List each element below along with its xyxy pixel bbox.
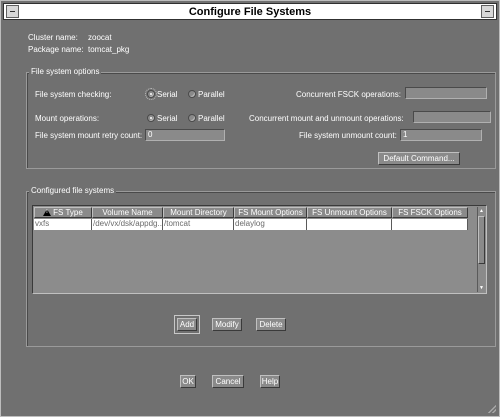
cancel-button[interactable]: Cancel	[212, 375, 244, 388]
concurrent-fsck-label: Concurrent FSCK operations:	[296, 90, 401, 99]
package-name-value: tomcat_pkg	[88, 45, 130, 54]
file-systems-table[interactable]: FS Type Volume Name Mount Directory FS M…	[32, 205, 487, 294]
checking-parallel-radio[interactable]	[188, 90, 196, 98]
table-header: FS Type Volume Name Mount Directory FS M…	[34, 207, 468, 218]
ok-button[interactable]: OK	[180, 375, 196, 388]
cluster-name-label: Cluster name:	[28, 33, 78, 42]
unmount-count-input[interactable]: 1	[400, 129, 482, 141]
mount-retry-label: File system mount retry count:	[35, 131, 143, 140]
table-row[interactable]: vxfs /dev/vx/dsk/appdg... /tomcat delayl…	[34, 219, 468, 230]
unmount-count-label: File system unmount count:	[299, 131, 397, 140]
mount-operations-label: Mount operations:	[35, 114, 100, 123]
table-vertical-scrollbar[interactable]: ▲ ▼	[477, 207, 485, 292]
column-header-fs-type[interactable]: FS Type	[34, 207, 92, 218]
concurrent-fsck-input[interactable]	[405, 87, 487, 99]
help-button[interactable]: Help	[260, 375, 280, 388]
checking-serial-label[interactable]: Serial	[157, 90, 177, 99]
package-name-label: Package name:	[28, 45, 84, 54]
column-header-fs-mount-options[interactable]: FS Mount Options	[234, 207, 307, 218]
window-title: Configure File Systems	[188, 6, 312, 18]
cell-fs-unmount-options	[307, 219, 392, 230]
concurrent-mount-label: Concurrent mount and unmount operations:	[249, 114, 404, 123]
add-button[interactable]: Add	[174, 315, 200, 334]
mount-serial-label[interactable]: Serial	[157, 114, 177, 123]
cell-mount-directory: /tomcat	[163, 219, 234, 230]
configured-file-systems-title: Configured file systems	[29, 186, 117, 195]
title-bar[interactable]: Configure File Systems	[3, 3, 497, 20]
column-header-mount-directory[interactable]: Mount Directory	[163, 207, 234, 218]
scroll-down-arrow-icon[interactable]: ▼	[478, 285, 485, 291]
checking-serial-radio[interactable]	[145, 88, 157, 100]
cluster-name-value: zoocat	[88, 33, 112, 42]
cell-fs-mount-options: delaylog	[234, 219, 307, 230]
cell-fs-type: vxfs	[34, 219, 92, 230]
minimize-button[interactable]	[481, 5, 494, 18]
delete-button[interactable]: Delete	[256, 318, 286, 331]
concurrent-mount-input[interactable]	[413, 111, 491, 123]
column-header-fs-fsck-options[interactable]: FS FSCK Options	[392, 207, 468, 218]
mount-retry-input[interactable]: 0	[145, 129, 225, 141]
column-header-volume-name[interactable]: Volume Name	[92, 207, 163, 218]
configure-file-systems-dialog: Configure File Systems Cluster name: zoo…	[0, 0, 500, 417]
fs-checking-label: File system checking:	[35, 90, 112, 99]
scrollbar-thumb[interactable]	[478, 216, 485, 264]
resize-grip-icon[interactable]	[488, 405, 496, 413]
cell-volume-name: /dev/vx/dsk/appdg...	[93, 219, 163, 230]
mount-serial-radio[interactable]	[147, 114, 155, 122]
checking-parallel-label[interactable]: Parallel	[198, 90, 225, 99]
column-header-fs-unmount-options[interactable]: FS Unmount Options	[307, 207, 392, 218]
file-system-options-title: File system options	[29, 67, 102, 76]
default-command-button[interactable]: Default Command...	[378, 152, 460, 165]
warning-icon	[43, 209, 52, 216]
cell-fs-fsck-options	[392, 219, 468, 230]
modify-button[interactable]: Modify	[212, 318, 242, 331]
mount-parallel-label[interactable]: Parallel	[198, 114, 225, 123]
scroll-up-arrow-icon[interactable]: ▲	[478, 208, 485, 214]
mount-parallel-radio[interactable]	[188, 114, 196, 122]
